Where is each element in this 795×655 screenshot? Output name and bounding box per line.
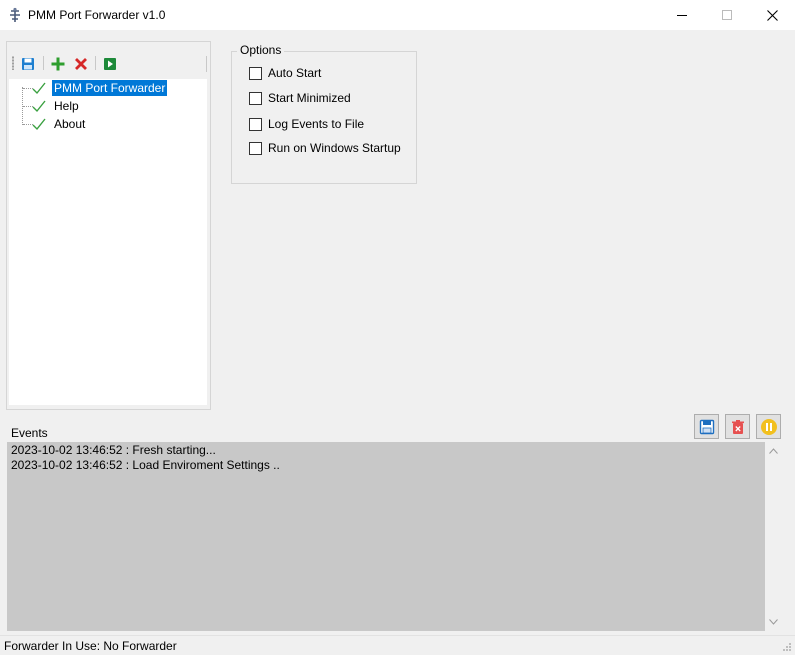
start-button[interactable]	[101, 55, 119, 73]
close-button[interactable]	[749, 0, 795, 30]
events-label: Events	[11, 426, 48, 440]
minimize-button[interactable]	[659, 0, 705, 30]
maximize-button[interactable]	[704, 0, 750, 30]
events-log[interactable]: 2023-10-02 13:46:52 : Fresh starting... …	[7, 442, 765, 631]
x-icon	[75, 58, 87, 70]
toolbar-grip[interactable]	[12, 56, 14, 70]
pause-icon	[760, 418, 777, 435]
window-title: PMM Port Forwarder v1.0	[28, 8, 166, 22]
play-icon	[104, 58, 116, 70]
tree-item-label: PMM Port Forwarder	[52, 80, 168, 96]
tree-item-label: About	[54, 117, 86, 131]
checkbox-label[interactable]: Log Events to File	[268, 117, 364, 131]
status-bar: Forwarder In Use: No Forwarder	[0, 635, 795, 655]
checkbox-box[interactable]	[249, 142, 262, 155]
navigation-tree[interactable]: PMM Port Forwarder Help About	[9, 79, 207, 405]
log-line: 2023-10-02 13:46:52 : Load Enviroment Se…	[11, 458, 280, 472]
check-icon	[31, 117, 47, 134]
floppy-icon	[22, 58, 34, 70]
title-bar[interactable]: PMM Port Forwarder v1.0	[0, 0, 795, 30]
tree-item-about[interactable]: About	[9, 115, 207, 133]
resize-grip-icon[interactable]	[781, 641, 792, 652]
save-log-button[interactable]	[694, 414, 719, 439]
maximize-icon	[722, 10, 732, 20]
pause-log-button[interactable]	[756, 414, 781, 439]
checkbox-label[interactable]: Run on Windows Startup	[268, 141, 401, 155]
navigation-panel: PMM Port Forwarder Help About	[6, 41, 211, 410]
floppy-icon	[699, 419, 714, 434]
checkbox-box[interactable]	[249, 67, 262, 80]
scroll-down-icon[interactable]	[769, 619, 778, 625]
tree-item-pmm-port-forwarder[interactable]: PMM Port Forwarder	[9, 79, 207, 97]
save-button[interactable]	[19, 55, 37, 73]
checkbox-label[interactable]: Start Minimized	[268, 91, 351, 105]
scroll-up-icon[interactable]	[769, 448, 778, 454]
log-line: 2023-10-02 13:46:52 : Fresh starting...	[11, 443, 216, 457]
close-icon	[766, 9, 778, 21]
checkbox-label[interactable]: Auto Start	[268, 66, 321, 80]
tree-item-label: Help	[54, 99, 79, 113]
checkbox-box[interactable]	[249, 92, 262, 105]
toolbar-separator	[95, 56, 96, 70]
plus-icon	[51, 57, 65, 71]
clear-log-button[interactable]	[725, 414, 750, 439]
checkbox-box[interactable]	[249, 118, 262, 131]
delete-button[interactable]	[72, 55, 90, 73]
tree-item-help[interactable]: Help	[9, 97, 207, 115]
add-button[interactable]	[49, 55, 67, 73]
toolbar	[9, 52, 209, 76]
app-icon	[8, 7, 22, 23]
minimize-icon	[677, 15, 687, 16]
check-icon	[31, 81, 47, 98]
status-text: Forwarder In Use: No Forwarder	[4, 639, 177, 653]
toolbar-end-separator	[206, 56, 207, 72]
events-scrollbar[interactable]	[765, 442, 782, 631]
toolbar-separator	[43, 56, 44, 70]
options-legend: Options	[237, 43, 285, 57]
check-icon	[31, 99, 47, 116]
trash-icon	[731, 419, 744, 434]
